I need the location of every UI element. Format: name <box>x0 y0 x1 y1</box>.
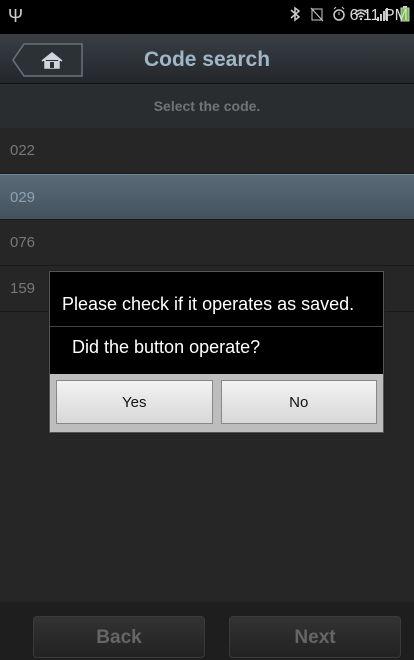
yes-button[interactable]: Yes <box>56 380 213 424</box>
title-bar: Code search <box>0 34 414 84</box>
dialog-question: Did the button operate? <box>72 337 261 357</box>
code-item-076[interactable]: 076 <box>0 220 414 266</box>
alarm-icon <box>333 6 345 21</box>
next-button[interactable]: Next <box>229 616 401 658</box>
no-button[interactable]: No <box>220 380 377 424</box>
no-sim-icon <box>310 7 324 22</box>
code-item-022[interactable]: 022 <box>0 128 414 174</box>
dialog-button-bar: Yes No <box>50 374 383 432</box>
dialog-divider <box>50 326 383 327</box>
usb-icon: Ψ <box>8 6 24 26</box>
status-time: 6:11 PM <box>349 7 408 24</box>
bluetooth-icon <box>290 6 301 22</box>
confirm-dialog: Please check if it operates as saved. Di… <box>49 271 384 433</box>
status-bar: Ψ 6:11 PM <box>0 0 414 34</box>
dialog-message: Please check if it operates as saved. <box>62 294 355 314</box>
instruction-text: Select the code. <box>0 84 414 128</box>
code-item-029[interactable]: 029 <box>0 174 414 220</box>
back-button[interactable]: Back <box>33 616 205 658</box>
page-title: Code search <box>143 48 271 71</box>
bottom-bar: Back Next <box>0 602 414 660</box>
